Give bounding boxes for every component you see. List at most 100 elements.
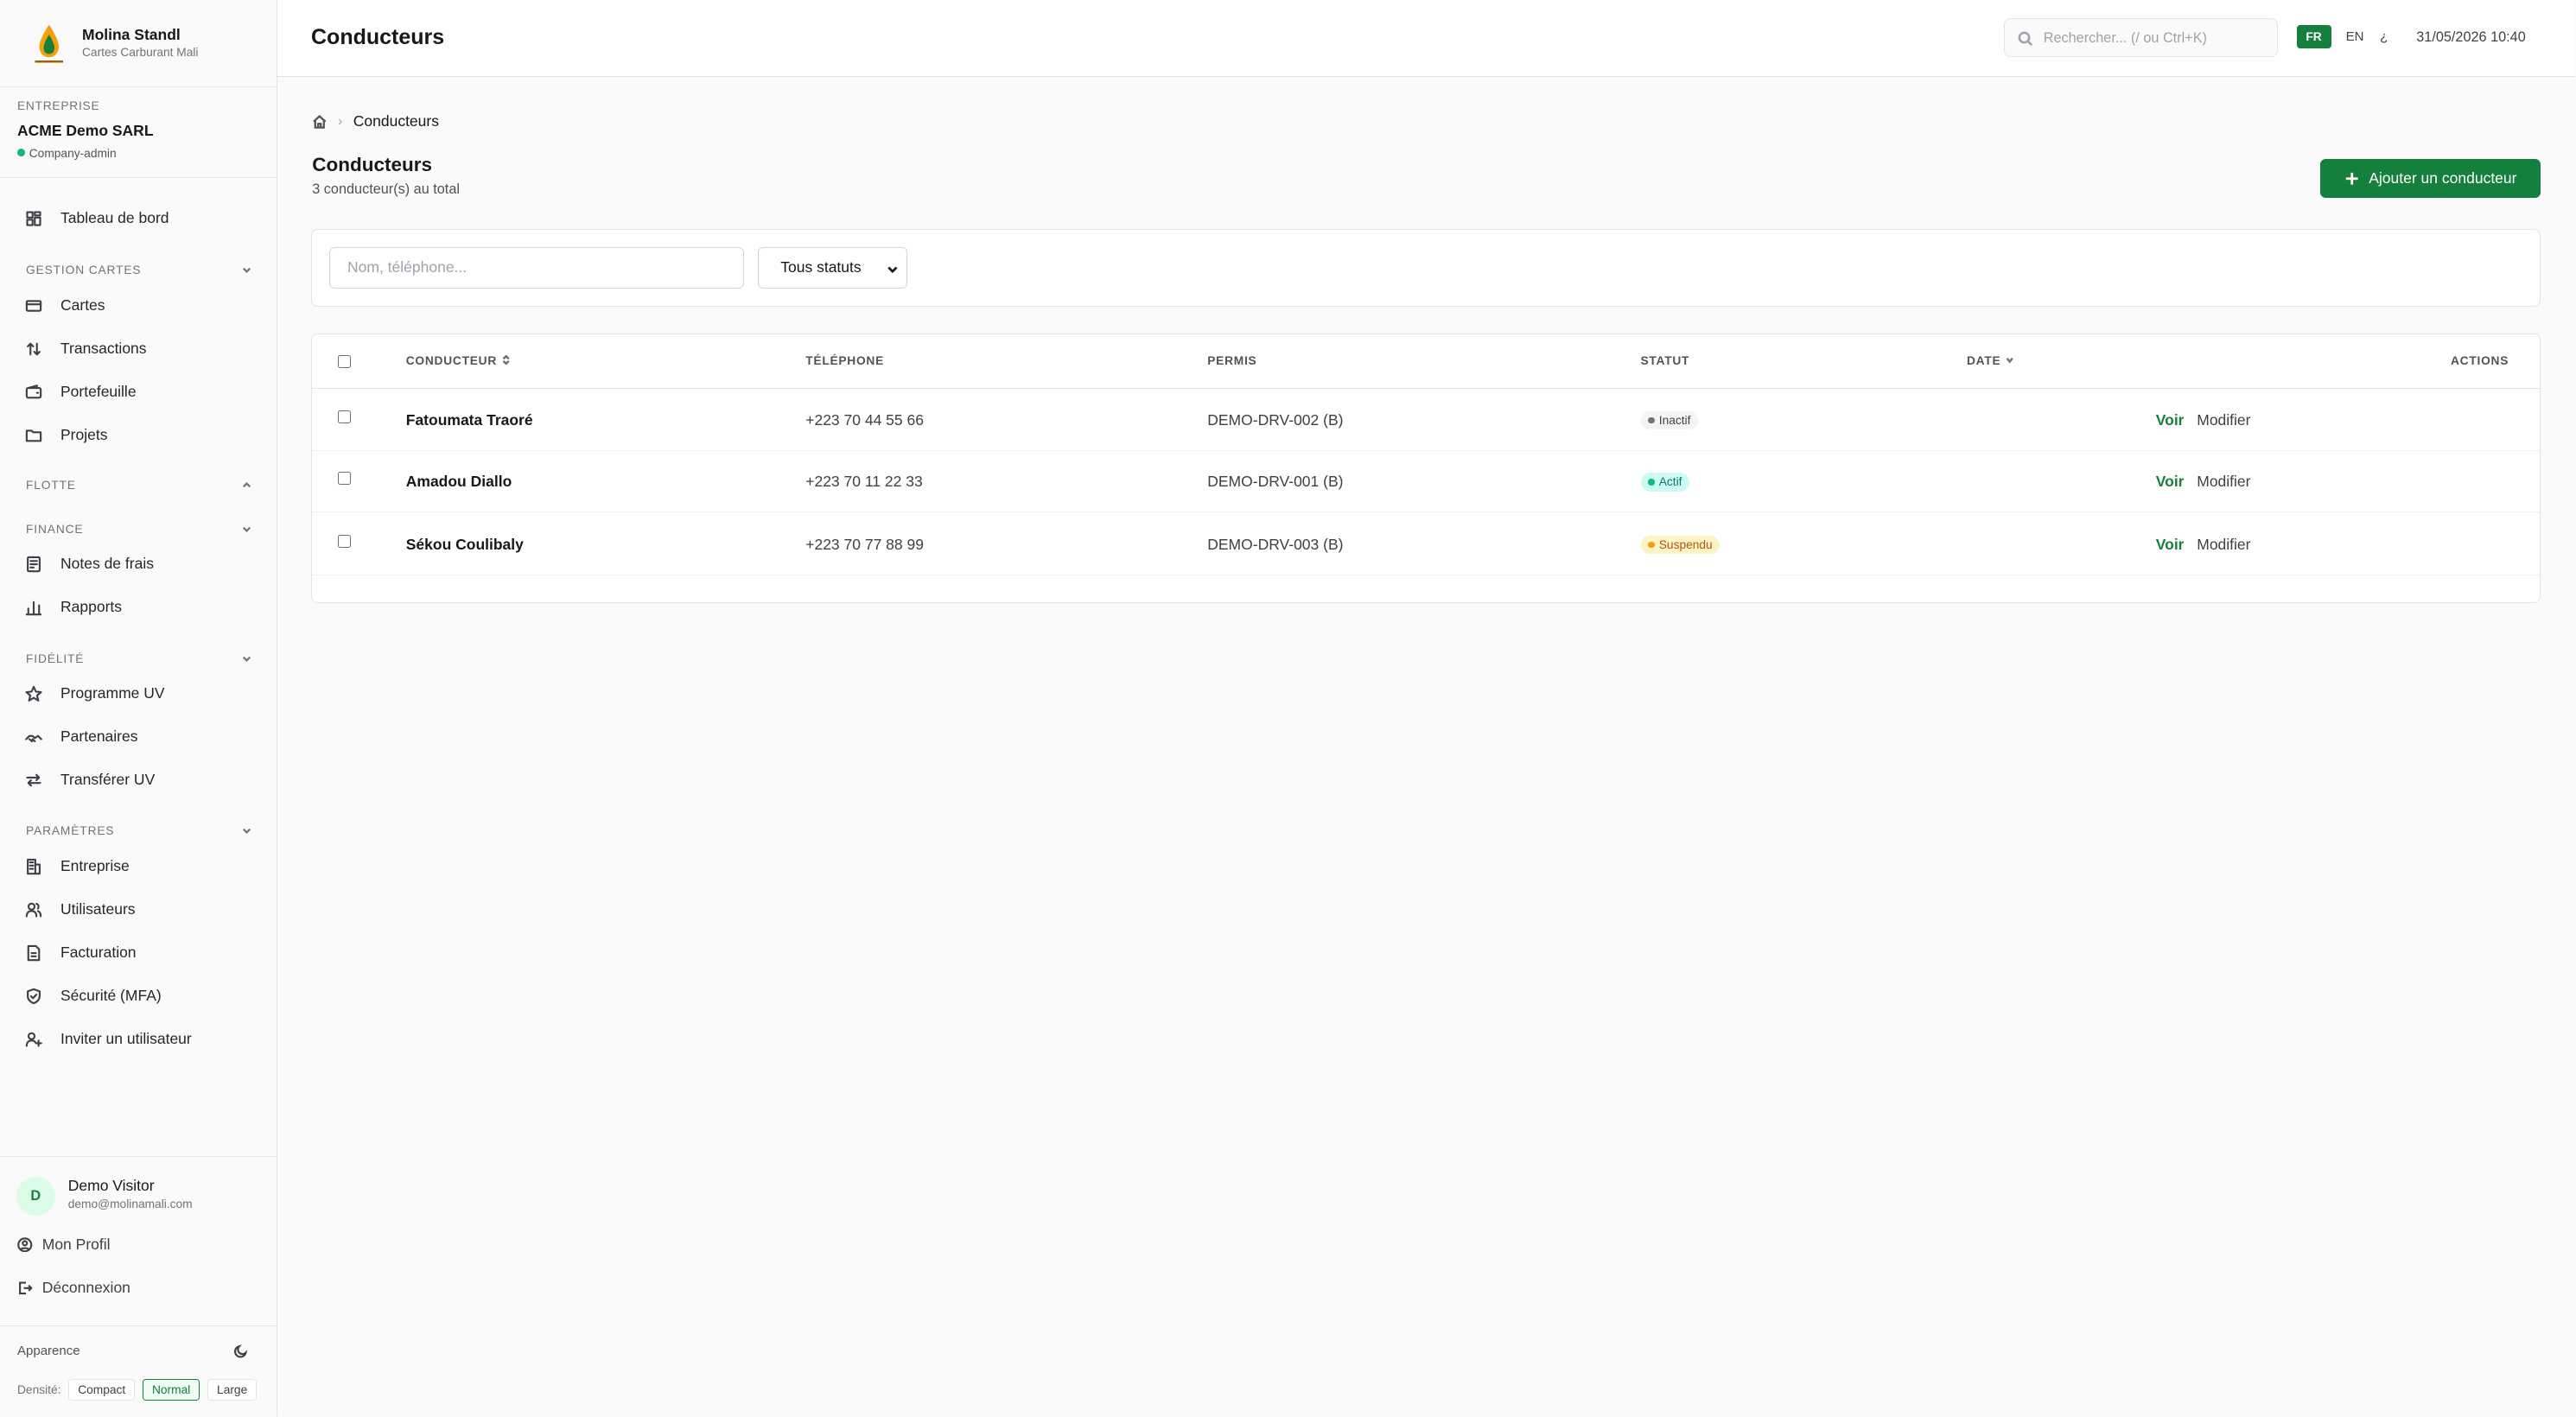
lang-en-button[interactable]: EN bbox=[2340, 25, 2370, 49]
dashboard-icon bbox=[25, 210, 42, 227]
sidebar-item-programme-uv[interactable]: Programme UV bbox=[9, 674, 268, 713]
status-badge: Suspendu bbox=[1640, 535, 1721, 554]
column-header-label: CONDUCTEUR bbox=[405, 353, 498, 367]
filters-panel: Tous statuts bbox=[311, 229, 2541, 307]
users-icon bbox=[25, 901, 42, 918]
sidebar-item-utilisateurs[interactable]: Utilisateurs bbox=[9, 890, 268, 929]
section-flotte[interactable]: FLOTTE bbox=[9, 474, 253, 496]
sidebar-item-label: Portefeuille bbox=[60, 383, 137, 401]
driver-name: Amadou Diallo bbox=[405, 473, 512, 491]
density-normal-button[interactable]: Normal bbox=[142, 1379, 200, 1401]
status-select[interactable]: Tous statuts bbox=[758, 247, 907, 289]
chevron-down-icon bbox=[242, 526, 251, 532]
column-header-actions: ACTIONS bbox=[2451, 353, 2509, 367]
sidebar-item-entreprise[interactable]: Entreprise bbox=[9, 847, 268, 886]
section-parametres[interactable]: PARAMÈTRES bbox=[9, 820, 253, 842]
global-search[interactable] bbox=[2003, 18, 2279, 58]
sidebar-item-projets[interactable]: Projets bbox=[9, 416, 268, 454]
brand-logo-icon bbox=[35, 24, 63, 63]
sidebar-item-securite[interactable]: Sécurité (MFA) bbox=[9, 976, 268, 1015]
sidebar-item-portefeuille[interactable]: Portefeuille bbox=[9, 372, 268, 411]
breadcrumb-separator: › bbox=[338, 114, 343, 129]
sidebar-item-label: Sécurité (MFA) bbox=[60, 987, 162, 1004]
lang-more-button[interactable]: ¿ bbox=[2376, 25, 2393, 49]
sidebar-item-label: Transférer UV bbox=[60, 771, 156, 788]
driver-phone: +223 70 11 22 33 bbox=[805, 473, 923, 491]
section-label: FLOTTE bbox=[26, 478, 76, 492]
driver-name: Fatoumata Traoré bbox=[405, 411, 533, 429]
document-icon bbox=[25, 944, 42, 962]
table-header: CONDUCTEUR TÉLÉPHONE PERMIS STATUT DATE … bbox=[312, 334, 2540, 389]
sidebar-item-transactions[interactable]: Transactions bbox=[9, 329, 268, 368]
column-header-statut: STATUT bbox=[1640, 353, 1690, 367]
select-all-checkbox[interactable] bbox=[338, 355, 351, 368]
density-selector: Densité: Compact Normal Large bbox=[17, 1379, 258, 1401]
sidebar-item-transferer-uv[interactable]: Transférer UV bbox=[9, 760, 268, 799]
sidebar-item-partenaires[interactable]: Partenaires bbox=[9, 717, 268, 756]
table-row: Amadou Diallo +223 70 11 22 33 DEMO-DRV-… bbox=[312, 450, 2540, 513]
sidebar-item-label: Projets bbox=[60, 426, 108, 444]
density-label: Densité: bbox=[17, 1382, 61, 1396]
table-row: Sékou Coulibaly +223 70 77 88 99 DEMO-DR… bbox=[312, 513, 2540, 575]
sidebar-item-label: Partenaires bbox=[60, 728, 138, 745]
transfer-icon bbox=[25, 772, 42, 789]
view-button[interactable]: Voir bbox=[2156, 536, 2185, 554]
column-header-conducteur[interactable]: CONDUCTEUR bbox=[406, 354, 512, 367]
section-label: FIDÉLITÉ bbox=[26, 652, 85, 665]
header-title: Conducteurs bbox=[311, 24, 445, 49]
density-compact-button[interactable]: Compact bbox=[68, 1379, 136, 1401]
logout-link[interactable]: Déconnexion bbox=[17, 1279, 130, 1297]
profile-link[interactable]: Mon Profil bbox=[17, 1236, 111, 1254]
user-email: demo@molinamali.com bbox=[67, 1198, 193, 1210]
profile-link-label: Mon Profil bbox=[41, 1235, 111, 1253]
driver-search-input[interactable] bbox=[329, 247, 744, 289]
section-fidelite[interactable]: FIDÉLITÉ bbox=[9, 648, 253, 670]
driver-permis: DEMO-DRV-003 (B) bbox=[1207, 535, 1344, 553]
edit-button[interactable]: Modifier bbox=[2197, 536, 2250, 554]
user-plus-icon bbox=[25, 1031, 42, 1048]
moon-icon[interactable] bbox=[233, 1344, 249, 1359]
brand-name: Molina Standl bbox=[82, 26, 181, 43]
row-checkbox[interactable] bbox=[338, 410, 351, 423]
home-icon[interactable] bbox=[312, 114, 328, 130]
section-finance[interactable]: FINANCE bbox=[9, 518, 253, 540]
row-checkbox[interactable] bbox=[338, 472, 351, 485]
global-search-input[interactable] bbox=[2041, 28, 2273, 50]
edit-button[interactable]: Modifier bbox=[2197, 473, 2250, 491]
status-dot-icon bbox=[17, 149, 25, 156]
status-dot-icon bbox=[1648, 416, 1655, 424]
sidebar-item-facturation[interactable]: Facturation bbox=[9, 933, 268, 972]
sidebar-item-notes-de-frais[interactable]: Notes de frais bbox=[9, 544, 268, 583]
header-datetime: 31/05/2026 10:40 bbox=[2416, 29, 2526, 45]
density-large-button[interactable]: Large bbox=[207, 1379, 258, 1401]
section-label: FINANCE bbox=[26, 523, 84, 536]
page-title: Conducteurs bbox=[312, 153, 433, 175]
handshake-icon bbox=[24, 728, 42, 746]
section-gestion-cartes[interactable]: GESTION CARTES bbox=[9, 259, 253, 281]
appearance-panel: Apparence Densité: Compact Normal Large bbox=[0, 1325, 277, 1417]
column-header-date[interactable]: DATE bbox=[1967, 354, 2015, 367]
view-button[interactable]: Voir bbox=[2156, 473, 2185, 491]
sidebar-item-cartes[interactable]: Cartes bbox=[9, 286, 268, 325]
add-driver-button[interactable]: Ajouter un conducteur bbox=[2320, 158, 2541, 198]
sidebar-item-rapports[interactable]: Rapports bbox=[9, 588, 268, 626]
sidebar-item-label: Cartes bbox=[60, 296, 105, 315]
edit-button[interactable]: Modifier bbox=[2197, 411, 2250, 429]
chevron-down-icon bbox=[2006, 357, 2014, 363]
avatar: D bbox=[16, 1177, 55, 1217]
shield-icon bbox=[25, 988, 42, 1005]
view-button[interactable]: Voir bbox=[2156, 411, 2185, 429]
section-label: GESTION CARTES bbox=[26, 264, 142, 276]
add-driver-button-label: Ajouter un conducteur bbox=[2369, 168, 2517, 187]
sidebar-item-dashboard[interactable]: Tableau de bord bbox=[9, 199, 268, 238]
row-checkbox[interactable] bbox=[338, 534, 351, 548]
lang-fr-button[interactable]: FR bbox=[2296, 24, 2331, 49]
top-header: Conducteurs FR EN ¿ 31/05/2026 10:40 bbox=[277, 0, 2575, 77]
company-name: ACME Demo SARL bbox=[17, 122, 154, 140]
sidebar-item-label: Inviter un utilisateur bbox=[60, 1030, 192, 1047]
driver-phone: +223 70 77 88 99 bbox=[805, 535, 924, 553]
driver-permis: DEMO-DRV-002 (B) bbox=[1207, 411, 1344, 429]
sidebar-item-inviter[interactable]: Inviter un utilisateur bbox=[9, 1020, 268, 1058]
credit-card-icon bbox=[25, 297, 42, 315]
chevron-down-icon bbox=[887, 266, 898, 273]
